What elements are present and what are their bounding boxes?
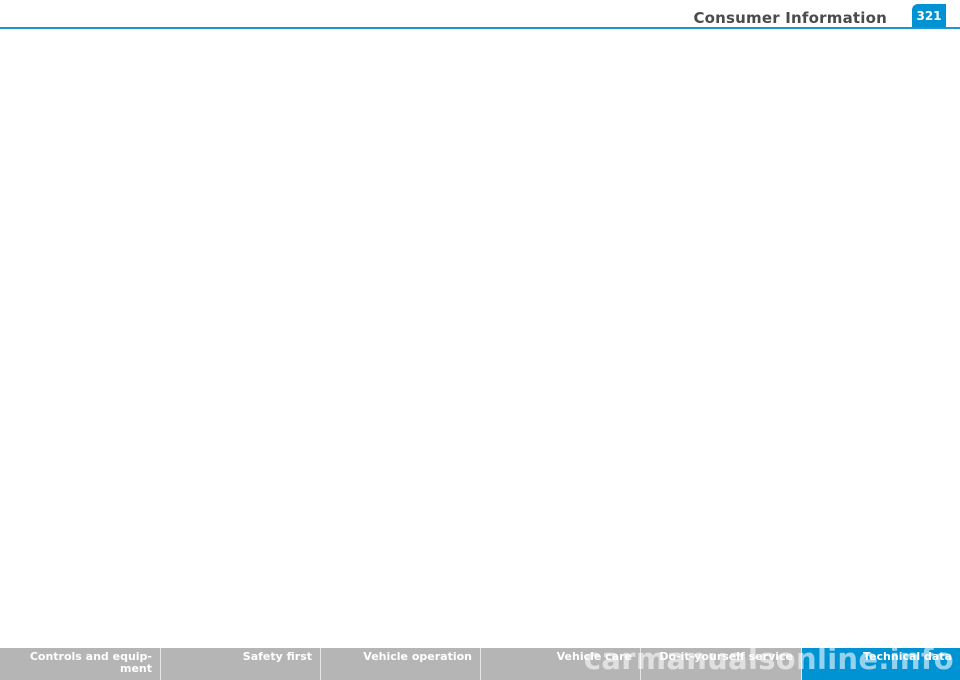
tab-label: Vehicle care	[556, 650, 632, 663]
header-divider	[0, 27, 960, 29]
tab-label: Do-it-yourself service	[659, 650, 793, 663]
section-title: Consumer Information	[693, 9, 887, 27]
tab-label: Technical data	[863, 650, 952, 663]
tab-do-it-yourself-service[interactable]: Do-it-yourself service	[641, 648, 802, 680]
page-number-badge: 321	[912, 4, 946, 28]
tab-vehicle-operation[interactable]: Vehicle operation	[321, 648, 481, 680]
tab-technical-data[interactable]: Technical data	[802, 648, 960, 680]
tab-safety-first[interactable]: Safety first	[161, 648, 321, 680]
tab-label-continued: ment	[119, 662, 152, 675]
tab-label: Safety first	[242, 650, 312, 663]
tab-label: Vehicle operation	[363, 650, 472, 663]
tab-vehicle-care[interactable]: Vehicle care	[481, 648, 641, 680]
tab-controls-and-equipment[interactable]: Controls and equip- ment	[0, 648, 161, 680]
chapter-nav-bar: Controls and equip- ment Safety first Ve…	[0, 648, 960, 680]
page-header: Consumer Information 321	[0, 0, 960, 30]
